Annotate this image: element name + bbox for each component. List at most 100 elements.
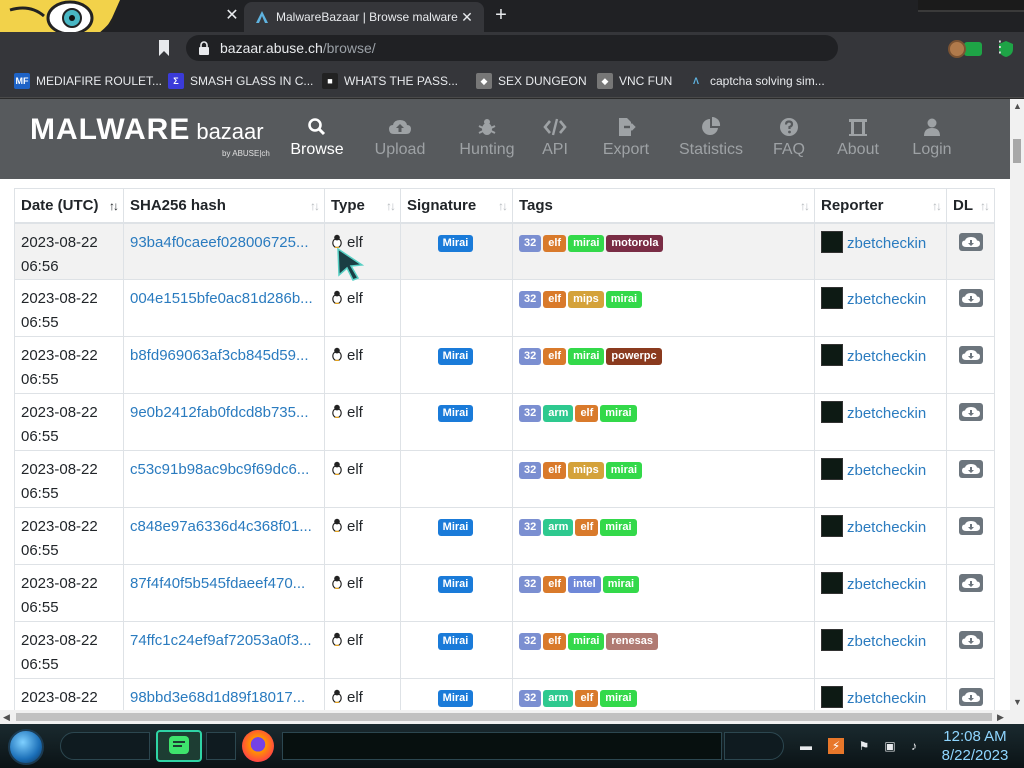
tab-close-button[interactable]: ✕ <box>458 8 476 26</box>
start-button[interactable] <box>8 729 44 765</box>
tag-badge[interactable]: intel <box>568 576 601 593</box>
bookmark-icon[interactable] <box>156 39 172 57</box>
taskbar-clock[interactable]: 12:08 AM 8/22/2023 <box>934 727 1016 765</box>
tag-badge[interactable]: mirai <box>605 462 643 479</box>
scroll-down-icon[interactable]: ▼ <box>1013 697 1022 707</box>
url-text[interactable]: bazaar.abuse.ch/browse/ <box>220 40 376 56</box>
table-row[interactable]: 2023-08-22 06:56 93ba4f0caeef028006725... e… <box>14 222 995 280</box>
reporter-link[interactable]: zbetcheckin <box>847 291 926 308</box>
column-header-reporter[interactable]: Reporter ↑↓ <box>814 188 947 224</box>
tag-badge[interactable]: powerpc <box>606 348 662 365</box>
bookmark-item[interactable]: MF MEDIAFIRE ROULET... <box>14 72 162 90</box>
tag-badge[interactable]: mips <box>568 291 604 308</box>
browser-menu-icon[interactable]: ⋮ <box>992 38 1008 58</box>
tag-badge[interactable]: arm <box>543 690 574 707</box>
tag-badge[interactable]: elf <box>543 291 567 308</box>
table-row[interactable]: 2023-08-22 06:55 74ffc1c24ef9af72053a0f3..… <box>14 621 995 679</box>
tag-badge[interactable]: arm <box>543 519 574 536</box>
tag-badge[interactable]: mips <box>568 462 604 479</box>
download-button[interactable] <box>958 289 983 307</box>
tag-badge[interactable]: 32 <box>519 576 542 593</box>
tray-bars-icon[interactable]: ▬ <box>798 738 814 754</box>
signature-badge[interactable]: Mirai <box>437 405 474 422</box>
tag-badge[interactable]: mirai <box>600 519 637 536</box>
reporter-link[interactable]: zbetcheckin <box>847 235 926 252</box>
reporter-link[interactable]: zbetcheckin <box>847 576 926 593</box>
nav-hunting[interactable]: Hunting <box>454 117 520 167</box>
scroll-left-icon[interactable]: ◀ <box>3 712 10 723</box>
tag-badge[interactable]: mirai <box>568 234 605 252</box>
tag-badge[interactable]: 32 <box>519 690 542 707</box>
tray-network-icon[interactable]: ▣ <box>882 738 898 754</box>
download-button[interactable] <box>958 574 983 592</box>
vertical-scrollbar[interactable]: ▲ ▼ <box>1010 99 1024 710</box>
table-row[interactable]: 2023-08-22 06:55 9e0b2412fab0fdcd8b735... e… <box>14 393 995 451</box>
table-row[interactable]: 2023-08-22 98bbd3e68d1d89f18017... elf Mira… <box>14 678 995 710</box>
signature-badge[interactable]: Mirai <box>437 234 474 252</box>
tag-badge[interactable]: mirai <box>602 576 640 593</box>
bookmark-item[interactable]: ◆ SEX DUNGEON <box>476 72 587 90</box>
lock-icon[interactable] <box>198 41 210 55</box>
nav-login[interactable]: Login <box>908 117 956 167</box>
reporter-link[interactable]: zbetcheckin <box>847 519 926 536</box>
signature-badge[interactable]: Mirai <box>437 576 474 593</box>
sample-hash-link[interactable]: 74ffc1c24ef9af72053a0f3... <box>130 629 318 653</box>
bookmark-item[interactable]: ◆ VNC FUN <box>597 72 672 90</box>
tag-badge[interactable]: elf <box>543 576 567 593</box>
tag-badge[interactable]: 32 <box>519 234 542 252</box>
scroll-up-icon[interactable]: ▲ <box>1013 101 1022 111</box>
reporter-link[interactable]: zbetcheckin <box>847 405 926 422</box>
tag-badge[interactable]: elf <box>575 690 599 707</box>
reporter-link[interactable]: zbetcheckin <box>847 348 926 365</box>
tag-badge[interactable]: elf <box>575 519 599 536</box>
tag-badge[interactable]: arm <box>543 405 574 422</box>
sample-hash-link[interactable]: c848e97a6336d4c368f01... <box>130 515 318 539</box>
tag-badge[interactable]: mirai <box>568 348 605 365</box>
tag-badge[interactable]: elf <box>543 348 567 365</box>
bookmark-item[interactable]: Λ captcha solving sim... <box>688 72 825 90</box>
reporter-link[interactable]: zbetcheckin <box>847 690 926 707</box>
column-header-date[interactable]: Date (UTC) ↑↓ <box>14 188 124 224</box>
tag-badge[interactable]: 32 <box>519 405 542 422</box>
nav-faq[interactable]: FAQ <box>770 117 808 167</box>
column-header-type[interactable]: Type ↑↓ <box>324 188 401 224</box>
active-tab[interactable]: MalwareBazaar | Browse malware samples ✕ <box>244 2 484 32</box>
nav-about[interactable]: About <box>832 117 884 167</box>
taskbar-app-messaging[interactable] <box>156 730 202 762</box>
tag-badge[interactable]: 32 <box>519 462 542 479</box>
download-button[interactable] <box>958 346 983 364</box>
previous-tab-close-button[interactable]: ✕ <box>222 6 242 26</box>
tray-volume-icon[interactable]: ♪ <box>906 738 922 754</box>
download-button[interactable] <box>958 232 983 251</box>
tag-badge[interactable]: mirai <box>600 690 637 707</box>
signature-badge[interactable]: Mirai <box>437 519 474 536</box>
tag-badge[interactable]: elf <box>543 234 567 252</box>
horizontal-scrollbar[interactable]: ◀ ▶ <box>0 710 1024 724</box>
download-button[interactable] <box>958 403 983 421</box>
download-button[interactable] <box>958 460 983 478</box>
chat-extension-icon[interactable] <box>964 42 982 56</box>
sample-hash-link[interactable]: 98bbd3e68d1d89f18017... <box>130 686 318 710</box>
tag-badge[interactable]: 32 <box>519 519 542 536</box>
sample-hash-link[interactable]: 87f4f40f5b545fdaeef470... <box>130 572 318 596</box>
nav-export[interactable]: Export <box>598 117 654 167</box>
signature-badge[interactable]: Mirai <box>437 690 474 707</box>
nav-statistics[interactable]: Statistics <box>676 117 746 167</box>
nav-upload[interactable]: Upload <box>369 117 431 167</box>
table-row[interactable]: 2023-08-22 06:55 c53c91b98ac9bc9f69dc6... e… <box>14 450 995 508</box>
bookmark-item[interactable]: ■ WHATS THE PASS... <box>322 72 458 90</box>
tag-badge[interactable]: 32 <box>519 291 542 308</box>
sample-hash-link[interactable]: 93ba4f0caeef028006725... <box>130 231 318 255</box>
table-row[interactable]: 2023-08-22 06:55 c848e97a6336d4c368f01... e… <box>14 507 995 565</box>
nav-api[interactable]: API <box>536 117 574 167</box>
reporter-link[interactable]: zbetcheckin <box>847 633 926 650</box>
signature-badge[interactable]: Mirai <box>437 633 474 650</box>
address-bar[interactable]: bazaar.abuse.ch/browse/ <box>186 35 1013 61</box>
table-row[interactable]: 2023-08-22 06:55 87f4f40f5b545fdaeef470...… <box>14 564 995 622</box>
sample-hash-link[interactable]: 9e0b2412fab0fdcd8b735... <box>130 401 318 425</box>
taskbar-app-firefox[interactable] <box>242 730 274 762</box>
sample-hash-link[interactable]: 004e1515bfe0ac81d286b... <box>130 287 318 311</box>
tag-badge[interactable]: elf <box>543 633 567 650</box>
column-header-tags[interactable]: Tags ↑↓ <box>512 188 815 224</box>
column-header-hash[interactable]: SHA256 hash ↑↓ <box>123 188 325 224</box>
